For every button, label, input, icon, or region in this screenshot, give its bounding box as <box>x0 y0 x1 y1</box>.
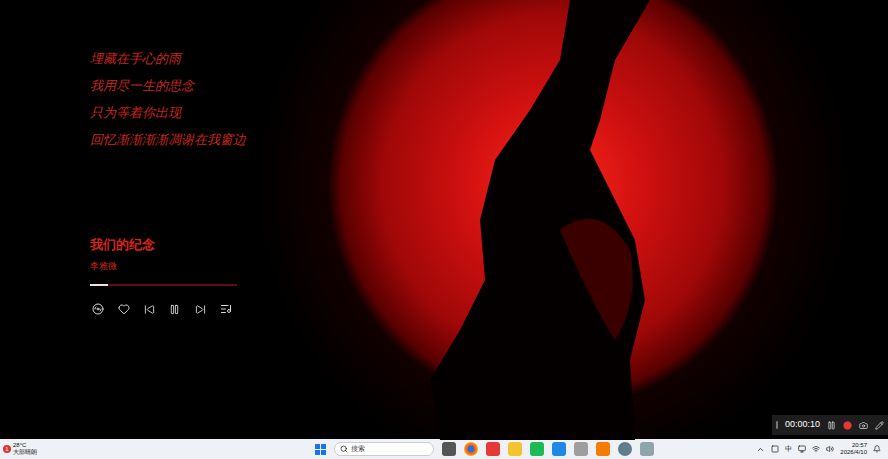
taskbar: 128°C大部晴朗 搜索 中 20:572026/4/10 <box>0 439 888 459</box>
lyric-line: 回忆渐渐渐渐凋谢在我窗边 <box>90 126 888 153</box>
weather-temperature: 28°C <box>13 442 37 449</box>
lyrics: 埋藏在手心的雨我用尽一生的思念只为等着你出现回忆渐渐渐渐凋谢在我窗边 <box>90 45 888 153</box>
recorder-toolbar: 00:00:10 <box>772 415 888 435</box>
app-icon[interactable] <box>640 442 654 456</box>
clock-time: 20:57 <box>852 442 867 449</box>
next-icon <box>195 304 206 315</box>
recorder-time: 00:00:10 <box>785 418 820 432</box>
volume-icon[interactable] <box>826 445 834 453</box>
clock[interactable]: 20:572026/4/10 <box>840 442 867 456</box>
weather-widget[interactable]: 128°C大部晴朗 <box>3 442 63 456</box>
recorder-pause-button[interactable] <box>827 421 836 430</box>
search-icon <box>340 445 348 453</box>
clock-date: 2026/4/10 <box>840 449 867 456</box>
playlist-icon <box>220 303 232 315</box>
recorder-stop-button[interactable] <box>843 421 852 430</box>
player-controls <box>90 301 240 317</box>
start-button[interactable] <box>315 444 326 455</box>
app-icon[interactable] <box>596 442 610 456</box>
notification-icon[interactable] <box>873 445 881 453</box>
lyric-line: 我用尽一生的思念 <box>90 72 888 99</box>
search-placeholder: 搜索 <box>351 444 365 454</box>
next-button[interactable] <box>192 301 208 317</box>
weather-badge: 1 <box>3 445 11 453</box>
app-icon[interactable] <box>486 442 500 456</box>
task-view-icon[interactable] <box>442 442 456 456</box>
app-icon[interactable] <box>574 442 588 456</box>
playlist-button[interactable] <box>218 301 234 317</box>
screenshot-button[interactable] <box>859 421 868 430</box>
pause-icon <box>827 421 836 430</box>
wallpaper: 埋藏在手心的雨我用尽一生的思念只为等着你出现回忆渐渐渐渐凋谢在我窗边我们的纪念李… <box>0 0 888 439</box>
app-icon[interactable] <box>618 442 632 456</box>
vscode-icon[interactable] <box>552 442 566 456</box>
play-pause-button[interactable] <box>167 301 183 317</box>
lyric-line: 只为等着你出现 <box>90 99 888 126</box>
desktop: 埋藏在手心的雨我用尽一生的思念只为等着你出现回忆渐渐渐渐凋谢在我窗边我们的纪念李… <box>0 0 888 459</box>
draw-button[interactable] <box>875 421 884 430</box>
chevron-up-icon[interactable] <box>756 445 765 454</box>
chrome-icon[interactable] <box>464 442 478 456</box>
system-tray: 中 20:572026/4/10 <box>756 442 885 456</box>
music-player: 我们的纪念李雅微 <box>90 237 240 317</box>
like-button[interactable] <box>116 301 132 317</box>
display-icon[interactable] <box>798 445 806 453</box>
disc-icon <box>92 303 104 315</box>
wifi-icon[interactable] <box>812 445 820 453</box>
progress-bar[interactable] <box>90 284 237 286</box>
disc-button[interactable] <box>90 301 106 317</box>
stop-icon <box>843 421 852 430</box>
wallpaper-figure-icon <box>400 0 700 440</box>
song-title: 我们的纪念 <box>90 237 240 253</box>
song-artist: 李雅微 <box>90 260 240 272</box>
progress-fill <box>90 284 108 286</box>
app-icon[interactable] <box>530 442 544 456</box>
tray-app-icon[interactable] <box>771 445 779 453</box>
previous-icon <box>144 304 155 315</box>
camera-icon <box>859 421 868 430</box>
search-box[interactable]: 搜索 <box>334 442 434 456</box>
pause-icon <box>169 304 180 315</box>
pen-icon <box>875 421 884 430</box>
file-explorer-icon[interactable] <box>508 442 522 456</box>
lyric-line: 埋藏在手心的雨 <box>90 45 888 72</box>
heart-icon <box>118 303 130 315</box>
previous-button[interactable] <box>141 301 157 317</box>
ime-indicator[interactable]: 中 <box>785 444 792 455</box>
weather-condition: 大部晴朗 <box>13 449 37 456</box>
drag-handle[interactable] <box>776 421 778 429</box>
